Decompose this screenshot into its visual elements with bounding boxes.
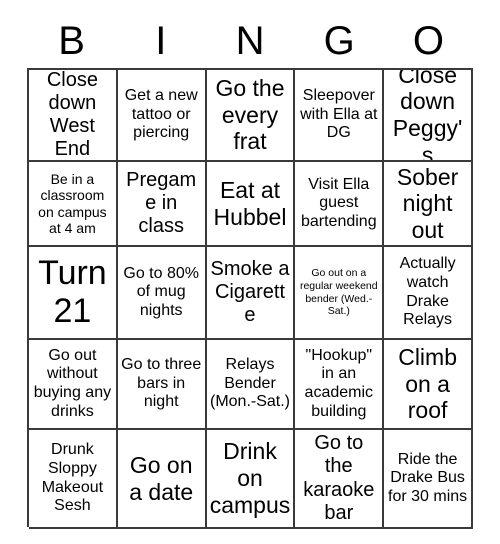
bingo-cell-r5c3[interactable]: Drink on campus: [206, 430, 296, 529]
bingo-cell-text: Get a new tattoo or piercing: [124, 87, 198, 142]
bingo-cell-text: Close down West End: [46, 70, 98, 161]
bingo-header: B I N G O: [27, 14, 473, 68]
bingo-cell-text: Go to the karaoke bar: [303, 432, 375, 524]
bingo-cell-text: Actually watch Drake Relays: [399, 255, 456, 329]
bingo-cell-r2c5[interactable]: Sober night out: [384, 162, 473, 247]
bingo-cell-text: Sober night out: [396, 163, 459, 243]
bingo-card: B I N G O Close down West End Get a new …: [0, 0, 500, 544]
bingo-cell-r4c2[interactable]: Go to three bars in night: [117, 340, 207, 430]
bingo-cell-r1c2[interactable]: Get a new tattoo or piercing: [117, 70, 207, 162]
bingo-cell-r4c4[interactable]: "Hookup" in an academic building: [295, 340, 385, 430]
bingo-cell-text: Be in a classroom on campus at 4 am: [38, 171, 107, 236]
bingo-cell-r5c1[interactable]: Drunk Sloppy Makeout Sesh: [29, 430, 118, 529]
bingo-cell-r2c4[interactable]: Visit Ella guest bartending: [295, 162, 385, 247]
bingo-cell-text: Go on a date: [129, 451, 194, 505]
bingo-cell-text: Go to three bars in night: [121, 356, 202, 411]
bingo-header-letter-n: N: [235, 19, 265, 63]
bingo-cell-r1c3[interactable]: Go the every frat: [206, 70, 296, 162]
bingo-header-letter-i: I: [155, 19, 167, 63]
bingo-cell-r3c2[interactable]: Go to 80% of mug nights: [117, 247, 207, 340]
bingo-header-letter-o: O: [412, 19, 444, 63]
bingo-cell-r5c4[interactable]: Go to the karaoke bar: [295, 430, 385, 529]
bingo-cell-r3c1[interactable]: Turn 21: [29, 247, 118, 340]
bingo-cell-text: Eat at Hubbel: [213, 176, 287, 230]
bingo-cell-r2c1[interactable]: Be in a classroom on campus at 4 am: [29, 162, 118, 247]
bingo-cell-text: Pregame in class: [126, 168, 197, 238]
bingo-cell-text: Go out without buying any drinks: [33, 346, 112, 420]
bingo-cell-r4c1[interactable]: Go out without buying any drinks: [29, 340, 118, 430]
bingo-cell-r4c5[interactable]: Climb on a roof: [384, 340, 473, 430]
bingo-cell-text: Smoke a Cigarette: [210, 257, 290, 327]
bingo-cell-text: Go to 80% of mug nights: [123, 264, 199, 319]
bingo-cell-text: Relays Bender (Mon.-Sat.): [209, 356, 290, 411]
bingo-cell-text: Go the every frat: [215, 74, 285, 155]
bingo-cell-r4c3[interactable]: Relays Bender (Mon.-Sat.): [206, 340, 296, 430]
bingo-cell-text: Visit Ella guest bartending: [300, 175, 377, 230]
bingo-cell-text: "Hookup" in an academic building: [304, 346, 374, 420]
bingo-cell-r1c4[interactable]: Sleepover with Ella at DG: [295, 70, 385, 162]
bingo-cell-text: Turn 21: [38, 254, 107, 330]
bingo-cell-r1c1[interactable]: Close down West End: [29, 70, 118, 162]
bingo-cell-r5c2[interactable]: Go on a date: [117, 430, 207, 529]
bingo-cell-r2c2[interactable]: Pregame in class: [117, 162, 207, 247]
bingo-cell-text: Drunk Sloppy Makeout Sesh: [41, 441, 104, 515]
bingo-cell-r1c5[interactable]: Close down Peggy's: [384, 70, 473, 162]
bingo-cell-r5c5[interactable]: Ride the Drake Bus for 30 mins: [384, 430, 473, 529]
bingo-cell-text: Close down Peggy's: [392, 70, 463, 162]
bingo-cell-text: Ride the Drake Bus for 30 mins: [388, 450, 468, 505]
bingo-cell-text: Climb on a roof: [398, 343, 457, 424]
bingo-cell-text: Go out on a regular weekend bender (Wed.…: [299, 266, 378, 318]
bingo-cell-r2c3[interactable]: Eat at Hubbel: [206, 162, 296, 247]
bingo-cell-r3c3[interactable]: Smoke a Cigarette: [206, 247, 296, 340]
bingo-header-letter-g: G: [323, 19, 355, 63]
bingo-grid: Close down West End Get a new tattoo or …: [27, 68, 473, 529]
bingo-cell-text: Drink on campus: [209, 438, 291, 518]
bingo-cell-r3c4[interactable]: Go out on a regular weekend bender (Wed.…: [295, 247, 385, 340]
bingo-header-letter-b: B: [58, 19, 85, 63]
bingo-cell-text: Sleepover with Ella at DG: [300, 87, 378, 142]
bingo-cell-r3c5[interactable]: Actually watch Drake Relays: [384, 247, 473, 340]
